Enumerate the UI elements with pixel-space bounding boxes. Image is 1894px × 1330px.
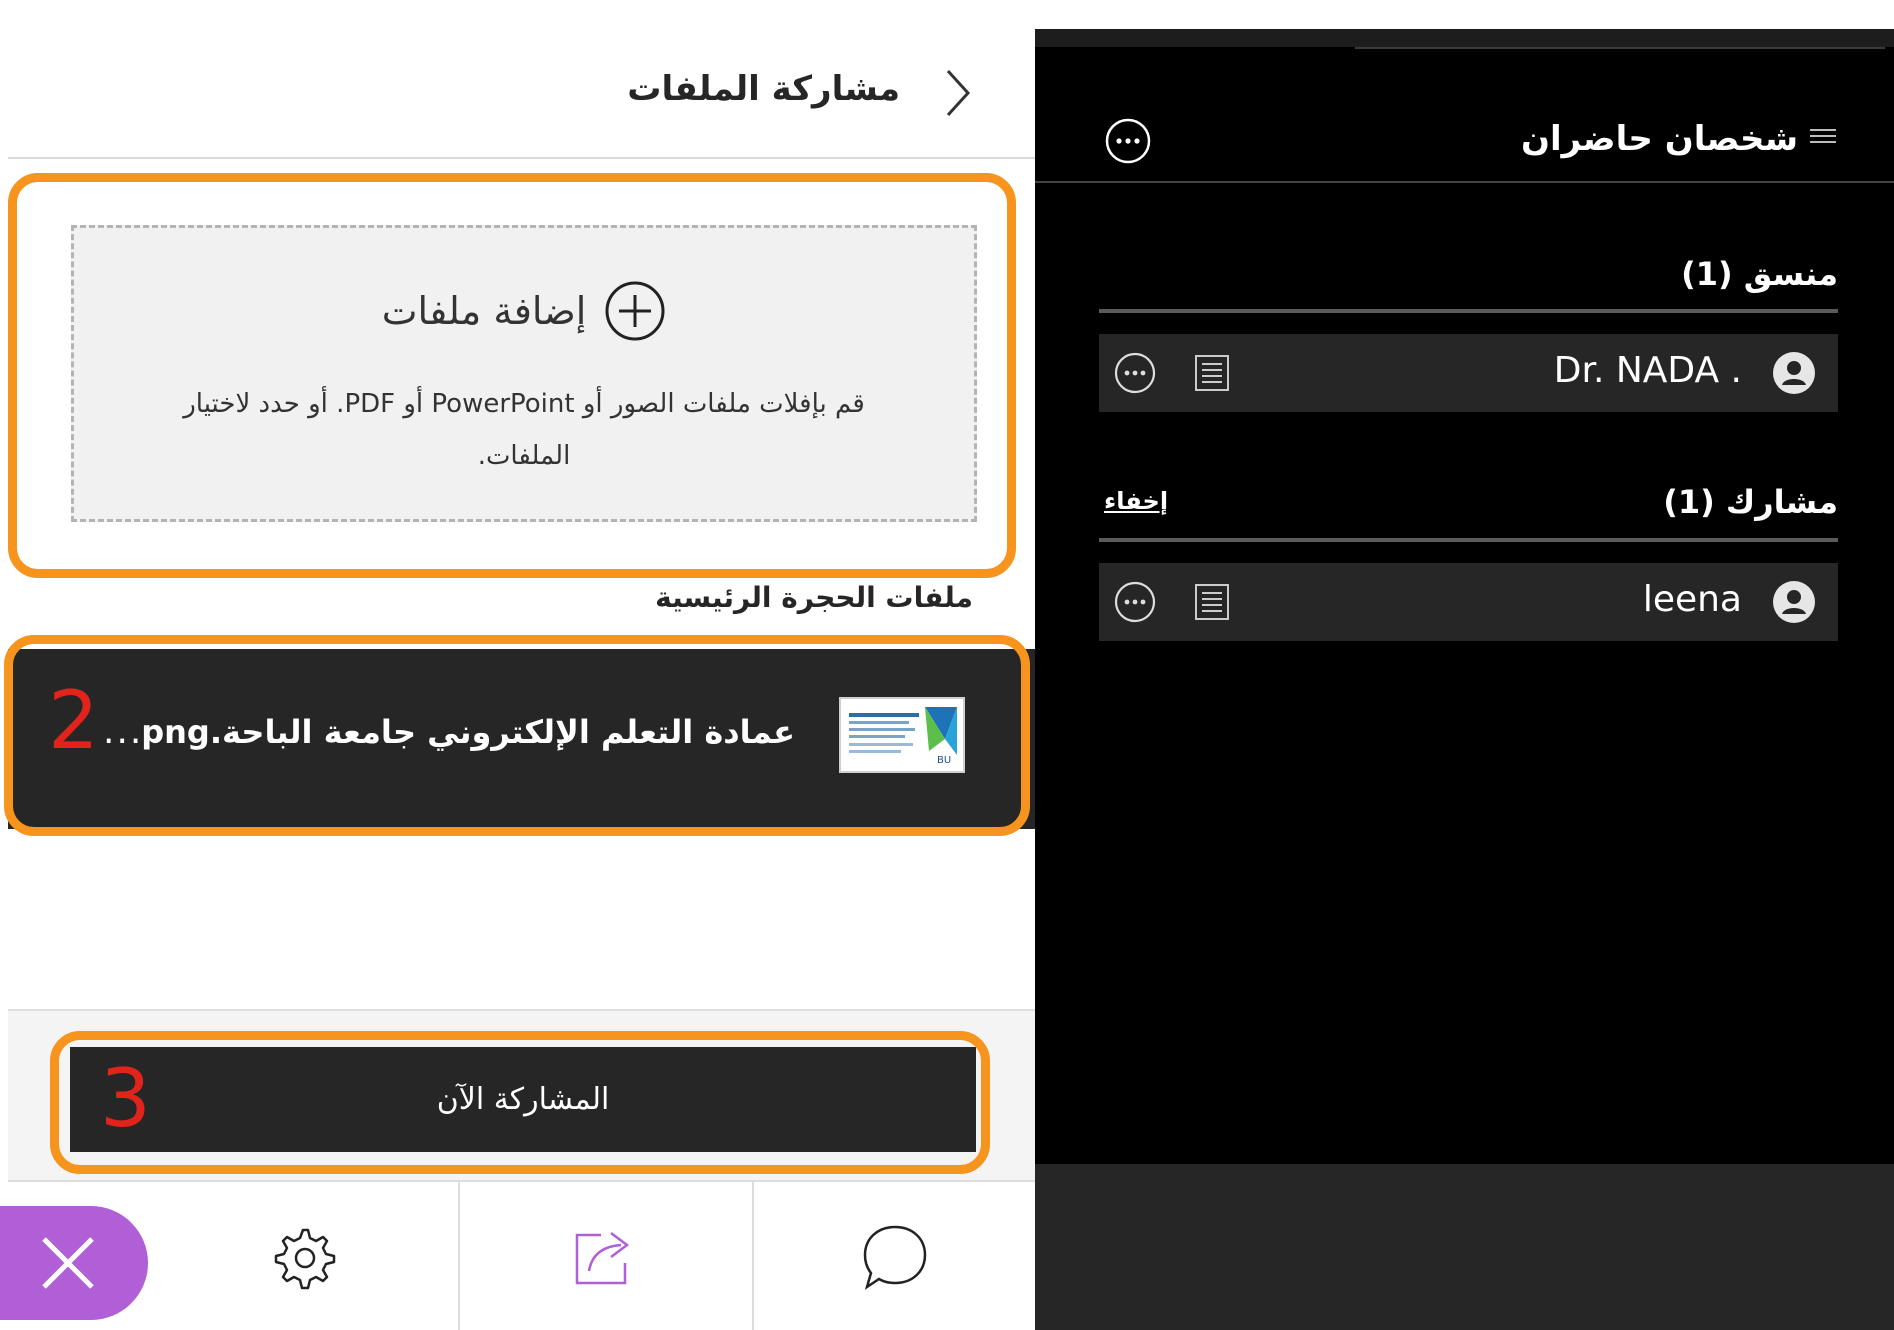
annotation-number-3: 3 [100, 1052, 151, 1145]
add-files-button[interactable]: إضافة ملفات [74, 280, 974, 342]
app-window: مشاركة الملفات 1 إضافة ملفات قم بإفلات م… [0, 0, 1894, 1330]
annotation-box-3 [50, 1031, 990, 1174]
captions-list-icon [1195, 584, 1229, 620]
tab-chat[interactable] [754, 1182, 1035, 1330]
share-files-panel: مشاركة الملفات 1 إضافة ملفات قم بإفلات م… [0, 29, 1035, 1330]
attendees-bottom-bar [1035, 1164, 1894, 1330]
attendee-more-icon[interactable] [1113, 580, 1157, 624]
avatar-icon [1773, 581, 1815, 623]
annotation-box-2 [4, 635, 1030, 836]
attendees-header: شخصان حاضران [1035, 49, 1894, 183]
top-edge [0, 0, 1894, 29]
captions-list-icon [1195, 355, 1229, 391]
settings-gear-icon [274, 1228, 336, 1290]
share-files-header: مشاركة الملفات [8, 29, 1035, 159]
participant-section-divider [1099, 538, 1838, 542]
tab-share-content[interactable] [458, 1182, 754, 1330]
chat-bubble-icon [863, 1225, 926, 1290]
share-content-icon [575, 1232, 630, 1285]
moderator-section-title: منسق (1) [1681, 255, 1838, 293]
attendee-row-moderator[interactable]: Dr. NADA . [1099, 334, 1838, 412]
close-pill [0, 1206, 148, 1320]
annotation-number-2: 2 [48, 674, 99, 767]
plus-circle-icon [605, 281, 665, 341]
avatar-icon [1773, 352, 1815, 394]
attendee-name: Dr. NADA . [1553, 350, 1742, 391]
more-options-icon[interactable] [1104, 117, 1152, 165]
top-strip [1035, 29, 1894, 47]
participant-section-title: مشارك (1) [1663, 483, 1838, 521]
bottom-tab-bar [0, 1180, 1035, 1330]
main-room-files-heading: ملفات الحجرة الرئيسية [655, 581, 973, 614]
attendees-panel: شخصان حاضران منسق (1) Dr. NADA . مشارك (… [1035, 29, 1894, 1330]
hide-participants-link[interactable]: إخفاء [1104, 487, 1168, 515]
back-chevron-icon[interactable] [934, 67, 978, 119]
file-drop-zone[interactable]: إضافة ملفات قم بإفلات ملفات الصور أو Pow… [71, 225, 977, 522]
add-files-label: إضافة ملفات [381, 289, 587, 333]
close-panel-button[interactable] [0, 1182, 148, 1330]
attendee-name: leena [1642, 579, 1742, 620]
attendee-row-participant[interactable]: leena [1099, 563, 1838, 641]
tab-settings[interactable] [148, 1182, 458, 1330]
attendee-more-icon[interactable] [1113, 351, 1157, 395]
drop-help-text: قم بإفلات ملفات الصور أو PowerPoint أو P… [183, 389, 865, 471]
panel-title: مشاركة الملفات [627, 69, 900, 109]
close-icon [42, 1237, 94, 1289]
drag-handle-icon [1810, 129, 1836, 143]
attendees-title: شخصان حاضران [1520, 119, 1798, 159]
moderator-section-divider [1099, 309, 1838, 313]
